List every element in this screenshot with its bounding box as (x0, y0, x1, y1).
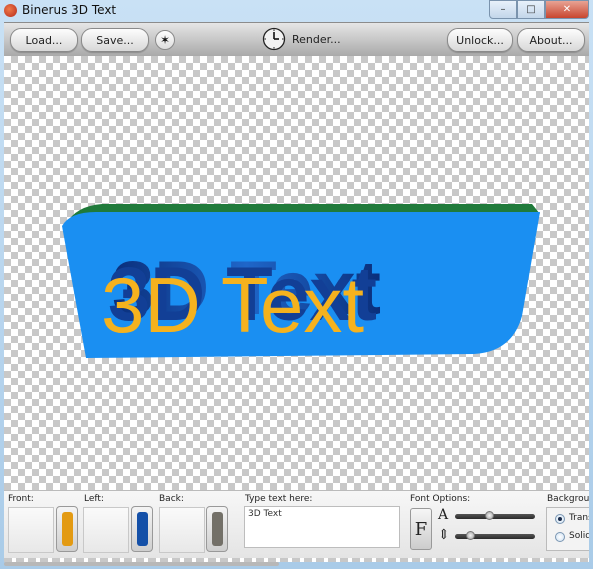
front-color-button[interactable] (56, 506, 78, 552)
title-bar: Binerus 3D Text – □ ✕ (0, 0, 593, 22)
unlock-button[interactable]: Unlock... (447, 28, 513, 52)
maximize-button[interactable]: □ (517, 0, 545, 19)
back-color-button[interactable] (206, 506, 228, 552)
text-input-label: Type text here: (245, 494, 313, 504)
preview-canvas[interactable]: 3D Text 3D Text 3D Text (4, 56, 589, 490)
solid-radio-label: Solid (569, 531, 589, 541)
render-label: Render... (292, 32, 341, 46)
spacing-icon: ⇕ (438, 527, 450, 543)
solid-radio[interactable] (555, 532, 565, 542)
front-label: Front: (8, 494, 34, 504)
minimize-button[interactable]: – (489, 0, 517, 19)
save-button[interactable]: Save... (81, 28, 149, 52)
star-icon: ✶ (159, 33, 171, 47)
transparent-radio-label: Transparent (569, 513, 589, 523)
font-options-label: Font Options: (410, 494, 471, 504)
front-texture-swatch[interactable] (8, 507, 54, 553)
window-title: Binerus 3D Text (22, 3, 117, 17)
back-color-icon (211, 512, 223, 546)
font-size-icon: A (438, 507, 449, 523)
transparent-radio[interactable] (555, 514, 565, 524)
left-label: Left: (84, 494, 104, 504)
close-button[interactable]: ✕ (545, 0, 589, 19)
app-window: Binerus 3D Text – □ ✕ Load... Save... ✶ … (0, 0, 593, 569)
text-input[interactable] (244, 506, 400, 548)
horizontal-scrollbar[interactable] (4, 562, 279, 566)
about-button[interactable]: About... (517, 28, 585, 52)
background-label: Background (547, 494, 589, 504)
star-button[interactable]: ✶ (155, 30, 175, 50)
left-color-icon (136, 512, 148, 546)
front-color-icon (61, 512, 73, 546)
spacing-slider-thumb[interactable] (465, 531, 475, 540)
left-texture-swatch[interactable] (83, 507, 129, 553)
toolbar: Load... Save... ✶ Render... Unlock... Ab… (4, 22, 589, 56)
clock-icon (262, 27, 286, 51)
render-button[interactable]: Render... (262, 27, 341, 51)
back-texture-swatch[interactable] (159, 507, 205, 553)
spacing-slider[interactable] (455, 531, 535, 540)
app-logo-icon (4, 4, 17, 17)
left-color-button[interactable] (131, 506, 153, 552)
background-options: Transparent Solid (546, 507, 589, 551)
3d-text-preview: 3D Text 3D Text 3D Text (62, 204, 540, 358)
text-front-face: 3D Text (101, 261, 364, 349)
font-size-slider[interactable] (455, 511, 535, 520)
options-panel: Front: Left: Back: Type text here: Font … (4, 490, 589, 559)
font-button[interactable]: F (410, 508, 432, 550)
font-size-slider-thumb[interactable] (484, 511, 494, 520)
load-button[interactable]: Load... (10, 28, 78, 52)
back-label: Back: (159, 494, 184, 504)
